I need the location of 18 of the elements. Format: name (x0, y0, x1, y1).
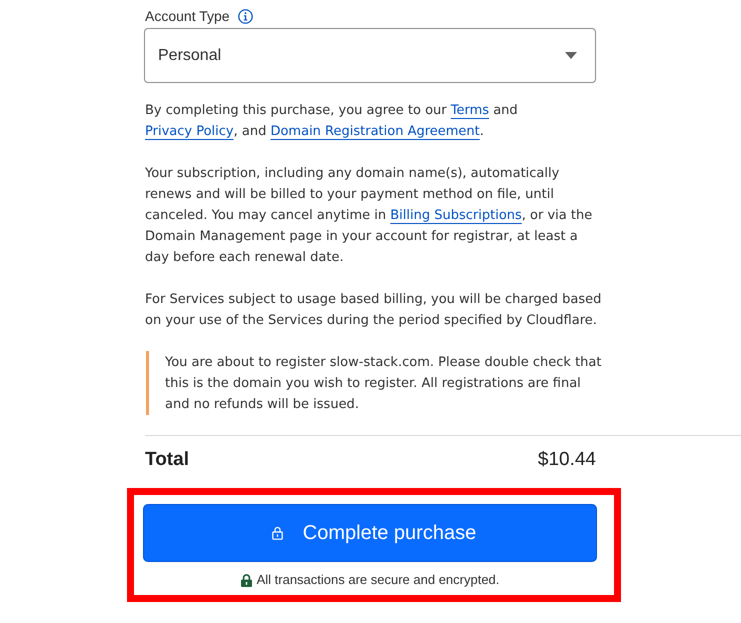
total-label: Total (145, 449, 189, 471)
complete-purchase-button[interactable]: Complete purchase (143, 504, 597, 562)
legal-text: For Services subject to usage based billing, you will be charged based on your use of the Services during the period specified by Cloudflare. (145, 291, 602, 330)
secure-note: All transactions are secure and encrypted. (256, 572, 500, 588)
account-type-dropdown[interactable]: Personal (144, 28, 596, 83)
text-link[interactable]: Terms (450, 103, 490, 118)
info-icon[interactable] (238, 8, 253, 24)
account-type-label: Account Type (145, 7, 230, 25)
lock-icon (272, 526, 283, 540)
text-link[interactable]: Domain Registration Agreement (270, 124, 480, 139)
legal-text: By completing this purchase, you agree to our Terms and Privacy Policy, and Domain Registration Agreement. (145, 102, 519, 141)
text-link[interactable]: Billing Subscriptions (390, 208, 522, 223)
text-link[interactable]: Privacy Policy (145, 124, 234, 139)
lock-icon (240, 574, 252, 586)
total-amount: $10.44 (538, 449, 596, 471)
caret-icon (565, 52, 577, 59)
legal-text: Your subscription, including any domain name(s), automatically renews and will be billed to your payment method on file, until canceled. You may cancel anytime in Billing Subscriptions, or via the Domain Management page in your account for registrar, at least a day before each renewal date. (145, 165, 594, 267)
warning-text: You are about to register slow-stack.com. Please double check that this is the domain you wish to register. All registrations are final and no refunds will be issued. (165, 354, 602, 414)
